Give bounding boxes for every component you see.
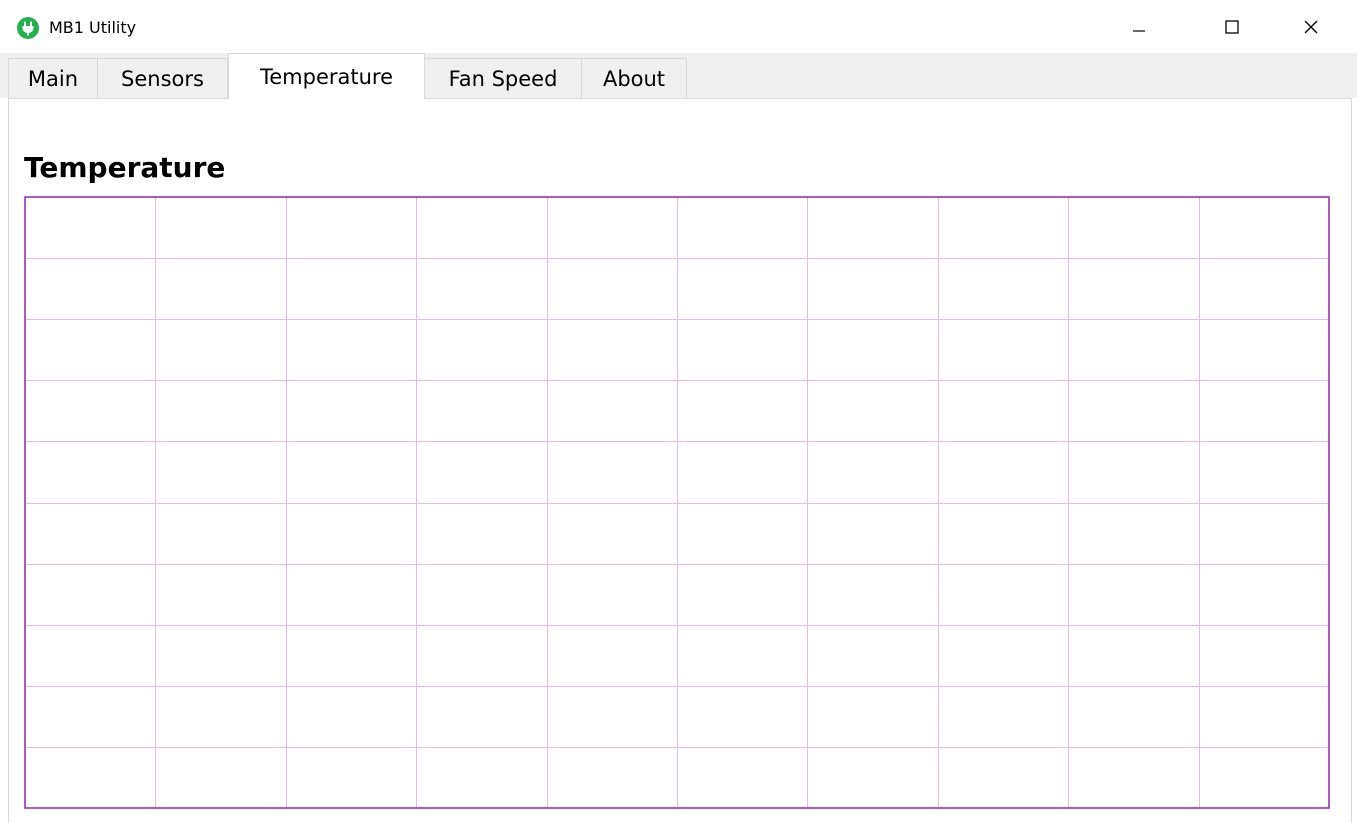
maximize-icon [1225, 19, 1239, 34]
minimize-icon [1133, 29, 1145, 32]
minimize-button[interactable] [1116, 0, 1162, 53]
temperature-chart [24, 196, 1330, 809]
title-bar[interactable]: MB1 Utility [0, 0, 1357, 53]
tab-fan-speed[interactable]: Fan Speed [424, 58, 582, 98]
tab-sensors[interactable]: Sensors [97, 58, 228, 98]
close-button[interactable] [1288, 0, 1334, 53]
window-title: MB1 Utility [49, 18, 137, 37]
tab-main[interactable]: Main [8, 58, 98, 98]
maximize-button[interactable] [1209, 0, 1255, 53]
chart-grid [25, 197, 1329, 808]
app-window: MB1 Utility Main Sensors Temperature Fan… [0, 0, 1357, 823]
close-icon [1304, 20, 1318, 33]
tab-temperature[interactable]: Temperature [228, 53, 425, 99]
page-title: Temperature [24, 151, 226, 184]
tab-about[interactable]: About [581, 58, 687, 98]
plug-icon [17, 17, 39, 39]
